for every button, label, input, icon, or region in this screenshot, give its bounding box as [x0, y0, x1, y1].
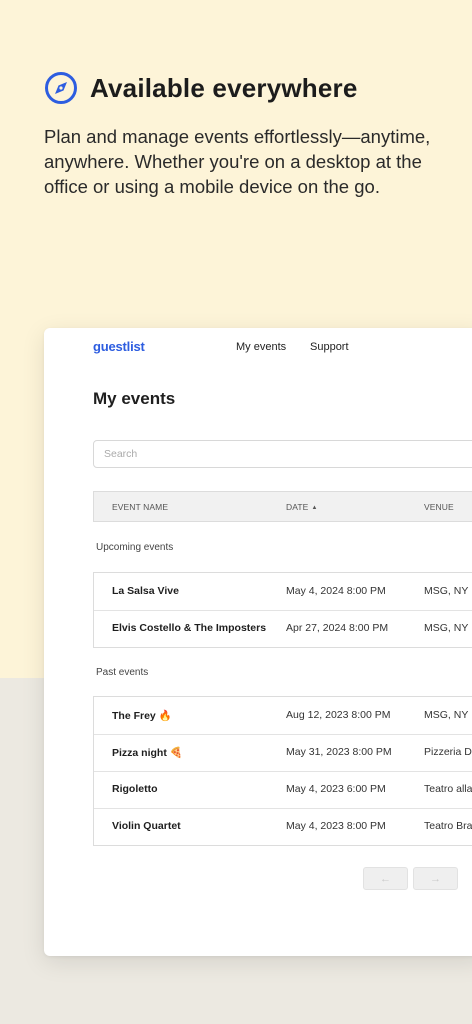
nav-support[interactable]: Support: [310, 341, 349, 353]
event-name: Rigoletto: [112, 783, 158, 795]
event-venue: MSG, NY: [424, 709, 469, 721]
table-header: EVENT NAME DATE ▲ VENUE: [93, 491, 472, 522]
event-date: May 4, 2024 8:00 PM: [286, 585, 386, 597]
hero-heading: Available everywhere: [44, 71, 358, 105]
arrow-left-icon: ←: [380, 872, 391, 885]
table-row[interactable]: The Frey 🔥 Aug 12, 2023 8:00 PM MSG, NY: [94, 697, 472, 734]
arrow-right-icon: →: [430, 872, 441, 885]
search-input[interactable]: [93, 440, 472, 468]
event-name: Pizza night 🍕: [112, 747, 183, 759]
column-event-name[interactable]: EVENT NAME: [112, 502, 168, 512]
event-date: May 4, 2023 6:00 PM: [286, 783, 386, 795]
event-name: Violin Quartet: [112, 820, 181, 832]
next-page-button[interactable]: →: [413, 867, 458, 890]
event-name: The Frey 🔥: [112, 710, 172, 722]
past-events-label: Past events: [96, 667, 149, 678]
event-venue: Pizzeria Da: [424, 746, 472, 758]
table-row[interactable]: Violin Quartet May 4, 2023 8:00 PM Teatr…: [94, 808, 472, 845]
event-name: Elvis Costello & The Imposters: [112, 622, 267, 634]
table-row[interactable]: La Salsa Vive May 4, 2024 8:00 PM MSG, N…: [94, 573, 472, 610]
compass-icon: [45, 72, 77, 104]
event-date: May 4, 2023 8:00 PM: [286, 820, 386, 832]
hero-title: Available everywhere: [90, 72, 358, 103]
event-venue: MSG, NY: [424, 585, 469, 597]
past-events-table: The Frey 🔥 Aug 12, 2023 8:00 PM MSG, NY …: [93, 696, 472, 846]
event-date: May 31, 2023 8:00 PM: [286, 746, 392, 758]
event-venue: MSG, NY: [424, 622, 469, 634]
column-venue[interactable]: VENUE: [424, 502, 454, 512]
column-date-label: DATE: [286, 502, 309, 512]
column-date[interactable]: DATE ▲: [286, 502, 318, 512]
table-row[interactable]: Elvis Costello & The Imposters Apr 27, 2…: [94, 610, 472, 647]
event-venue: Teatro alla: [424, 783, 472, 795]
nav-my-events[interactable]: My events: [236, 341, 286, 353]
upcoming-events-label: Upcoming events: [96, 542, 174, 553]
event-date: Aug 12, 2023 8:00 PM: [286, 709, 391, 721]
upcoming-events-table: La Salsa Vive May 4, 2024 8:00 PM MSG, N…: [93, 572, 472, 648]
event-name: La Salsa Vive: [112, 585, 179, 597]
event-venue: Teatro Bran: [424, 820, 472, 832]
event-date: Apr 27, 2024 8:00 PM: [286, 622, 389, 634]
table-row[interactable]: Rigoletto May 4, 2023 6:00 PM Teatro all…: [94, 771, 472, 808]
app-preview-card: guestlist My events Support My events EV…: [44, 328, 472, 956]
guestlist-logo[interactable]: guestlist: [93, 339, 145, 354]
table-row[interactable]: Pizza night 🍕 May 31, 2023 8:00 PM Pizze…: [94, 734, 472, 771]
previous-page-button[interactable]: ←: [363, 867, 408, 890]
hero-description: Plan and manage events effortlessly—anyt…: [44, 126, 431, 197]
sort-asc-icon: ▲: [311, 505, 318, 511]
page-title: My events: [93, 389, 176, 408]
